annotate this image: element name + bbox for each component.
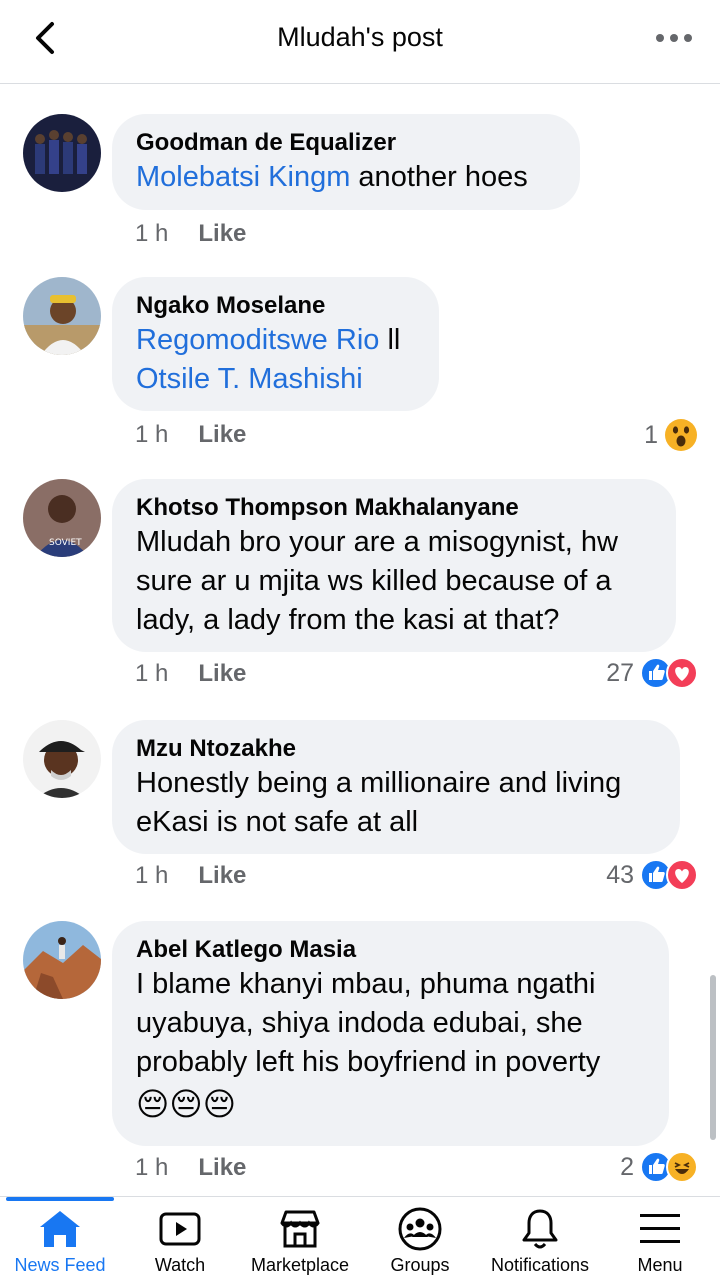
reaction-summary[interactable]: 1 (644, 418, 698, 452)
comment-time: 1 h (135, 862, 169, 889)
bottom-navigation: News Feed Watch Marketplace Groups Notif… (0, 1196, 720, 1280)
menu-icon (640, 1214, 680, 1243)
nav-label: Groups (390, 1255, 450, 1275)
comment-author[interactable]: Goodman de Equalizer (136, 128, 556, 158)
nav-label: Menu (637, 1255, 683, 1275)
comment-time: 1 h (135, 1154, 169, 1181)
reaction-count: 27 (606, 658, 634, 687)
avatar[interactable] (23, 114, 101, 192)
nav-label: Marketplace (250, 1255, 350, 1275)
nav-menu[interactable]: Menu (600, 1205, 720, 1276)
comment-time: 1 h (135, 220, 169, 247)
avatar[interactable]: SOVIET (23, 479, 101, 557)
svg-text:SOVIET: SOVIET (49, 538, 82, 548)
reaction-summary[interactable]: 2 (620, 1151, 698, 1183)
comment-meta: 1 h Like (135, 862, 246, 890)
shop-icon (280, 1210, 320, 1248)
emoji-text: 😔😔😔 (136, 1086, 237, 1122)
reaction-summary[interactable]: 43 (606, 859, 698, 891)
comment-meta: 1 h Like (135, 220, 246, 248)
avatar[interactable] (23, 720, 101, 798)
comment-bubble: Khotso Thompson Makhalanyane Mludah bro … (112, 479, 676, 652)
nav-watch[interactable]: Watch (120, 1205, 240, 1276)
comment-meta: 1 h Like (135, 421, 246, 449)
reaction-count: 1 (644, 420, 658, 449)
like-button[interactable]: Like (198, 660, 246, 688)
avatar[interactable] (23, 277, 101, 355)
like-button[interactable]: Like (198, 862, 246, 890)
home-icon (40, 1211, 80, 1247)
groups-icon (398, 1207, 442, 1251)
page-title: Mludah's post (277, 22, 443, 52)
comment-text: Mludah bro your are a misogynist, hw sur… (136, 526, 618, 636)
comment-meta: 1 h Like (135, 660, 246, 688)
comment-text: Honestly being a millionaire and living … (136, 767, 622, 838)
wow-reaction-icon (664, 418, 698, 452)
comment-author[interactable]: Khotso Thompson Makhalanyane (136, 493, 652, 523)
nav-groups[interactable]: Groups (360, 1205, 480, 1276)
active-tab-indicator (6, 1197, 114, 1201)
more-horizontal-icon (656, 34, 692, 42)
like-button[interactable]: Like (198, 220, 246, 248)
more-options-button[interactable] (654, 28, 694, 48)
love-reaction-icon (666, 657, 698, 689)
avatar[interactable] (23, 921, 101, 999)
top-bar: Mludah's post (0, 0, 720, 84)
reaction-count: 43 (606, 860, 634, 889)
scrollbar[interactable] (710, 975, 716, 1140)
comment-text: Regomoditswe Rio ll Otsile T. Mashishi (136, 324, 401, 395)
mention-link[interactable]: Molebatsi Kingm (136, 161, 350, 193)
comment-bubble: Mzu Ntozakhe Honestly being a millionair… (112, 720, 680, 854)
nav-news-feed[interactable]: News Feed (0, 1205, 120, 1276)
comment-text: Molebatsi Kingm another hoes (136, 161, 528, 193)
nav-label: News Feed (14, 1255, 106, 1275)
haha-reaction-icon (666, 1151, 698, 1183)
reaction-count: 2 (620, 1152, 634, 1181)
nav-label: Watch (154, 1255, 206, 1275)
love-reaction-icon (666, 859, 698, 891)
like-button[interactable]: Like (198, 421, 246, 449)
nav-label: Notifications (490, 1255, 590, 1275)
comments-list: Goodman de Equalizer Molebatsi Kingm ano… (0, 84, 720, 1196)
comment-bubble: Ngako Moselane Regomoditswe Rio ll Otsile… (112, 277, 439, 411)
nav-notifications[interactable]: Notifications (480, 1205, 600, 1276)
reaction-summary[interactable]: 27 (606, 657, 698, 689)
nav-marketplace[interactable]: Marketplace (240, 1205, 360, 1276)
comment-time: 1 h (135, 660, 169, 687)
video-icon (159, 1212, 201, 1246)
comment-author[interactable]: Abel Katlego Masia (136, 935, 645, 965)
comment-meta: 1 h Like (135, 1154, 246, 1182)
comment-bubble: Abel Katlego Masia I blame khanyi mbau, … (112, 921, 669, 1146)
comment-text: I blame khanyi mbau, phuma ngathi uyabuy… (136, 965, 645, 1126)
mention-link[interactable]: Regomoditswe Rio (136, 324, 379, 356)
comment-time: 1 h (135, 421, 169, 448)
comment-bubble: Goodman de Equalizer Molebatsi Kingm ano… (112, 114, 580, 210)
bell-icon (522, 1209, 558, 1249)
like-button[interactable]: Like (198, 1154, 246, 1182)
mention-link[interactable]: Otsile T. Mashishi (136, 363, 363, 395)
comment-author[interactable]: Ngako Moselane (136, 291, 415, 321)
comment-author[interactable]: Mzu Ntozakhe (136, 734, 656, 764)
